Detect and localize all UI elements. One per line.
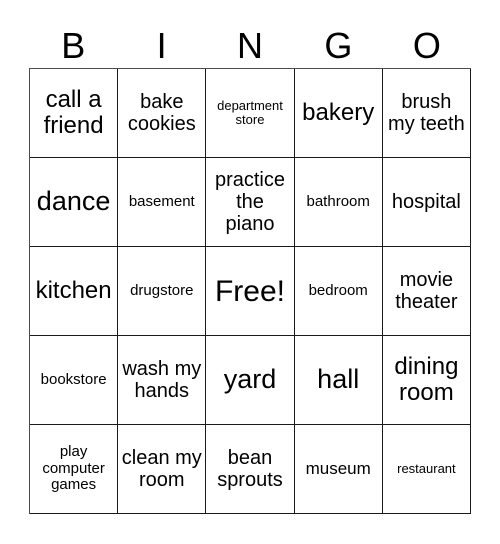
bingo-cell-label: bean sprouts xyxy=(217,447,283,491)
bingo-cell[interactable]: brush my teeth xyxy=(382,69,471,158)
bingo-cell-label: bake cookies xyxy=(127,91,196,135)
bingo-cell[interactable]: movie theater xyxy=(382,247,471,336)
bingo-card: B I N G O call a friend bake cookies departmen… xyxy=(0,0,500,544)
bingo-cell[interactable]: kitchen xyxy=(30,247,119,336)
bingo-cell[interactable]: bookstore xyxy=(30,336,119,425)
bingo-cell[interactable]: bakery xyxy=(294,69,383,158)
bingo-cell[interactable]: clean my room xyxy=(118,425,207,514)
bingo-cell-label: practice the piano xyxy=(214,169,285,235)
bingo-cell[interactable]: department store xyxy=(206,69,295,158)
bingo-cell[interactable]: dining room xyxy=(382,336,471,425)
bingo-cell-label: hospital xyxy=(391,191,461,213)
bingo-cell-label: yard xyxy=(223,364,277,395)
bingo-cell[interactable]: bake cookies xyxy=(118,69,207,158)
bingo-cell[interactable]: yard xyxy=(206,336,295,425)
bingo-cell-label: museum xyxy=(305,458,371,478)
bingo-cell-label: restaurant xyxy=(397,460,456,476)
bingo-header-letter-b: B xyxy=(61,25,86,66)
bingo-cell-label: dining room xyxy=(394,352,459,406)
bingo-cell-label: movie theater xyxy=(395,269,458,313)
bingo-header-letter-n: N xyxy=(237,25,264,66)
bingo-cell[interactable]: museum xyxy=(294,425,383,514)
bingo-cell[interactable]: wash my hands xyxy=(118,336,207,425)
bingo-cell-label: basement xyxy=(128,192,195,210)
bingo-cell-label: play computer games xyxy=(42,443,105,494)
bingo-cell-label: bookstore xyxy=(40,370,107,388)
bingo-cell-label: bakery xyxy=(302,98,375,126)
bingo-cell-label: clean my room xyxy=(121,447,202,491)
bingo-cell[interactable]: hall xyxy=(294,336,383,425)
bingo-cell[interactable]: bean sprouts xyxy=(206,425,295,514)
bingo-cell-label: Free! xyxy=(214,274,285,308)
bingo-cell-label: department store xyxy=(217,97,283,127)
bingo-cell[interactable]: practice the piano xyxy=(206,158,295,247)
bingo-cell[interactable]: call a friend xyxy=(30,69,119,158)
bingo-cell-label: brush my teeth xyxy=(388,91,465,135)
bingo-cell[interactable]: bedroom xyxy=(294,247,383,336)
bingo-header-letter-i: I xyxy=(156,25,167,66)
bingo-cell[interactable]: restaurant xyxy=(382,425,471,514)
bingo-cell[interactable]: hospital xyxy=(382,158,471,247)
bingo-cell[interactable]: dance xyxy=(30,158,119,247)
bingo-cell-label: drugstore xyxy=(130,281,194,299)
bingo-header-letter-g: G xyxy=(324,25,353,66)
bingo-cell-label: call a friend xyxy=(43,85,104,139)
bingo-cell-label: kitchen xyxy=(35,276,112,304)
bingo-cell-label: bedroom xyxy=(308,281,368,299)
bingo-cell[interactable]: play computer games xyxy=(30,425,119,514)
bingo-header: BINGO xyxy=(29,24,471,68)
bingo-cell[interactable]: bathroom xyxy=(294,158,383,247)
bingo-cell-label: hall xyxy=(317,364,360,395)
bingo-cell[interactable]: basement xyxy=(118,158,207,247)
bingo-cell[interactable]: drugstore xyxy=(118,247,207,336)
bingo-cell-label: wash my hands xyxy=(122,358,202,402)
bingo-cell-label: bathroom xyxy=(306,192,370,210)
bingo-header-letter-o: O xyxy=(412,25,441,66)
bingo-cell-free-space[interactable]: Free! xyxy=(206,247,295,336)
bingo-cell-label: dance xyxy=(36,186,111,217)
bingo-grid: call a friend bake cookies department stor… xyxy=(29,68,471,514)
